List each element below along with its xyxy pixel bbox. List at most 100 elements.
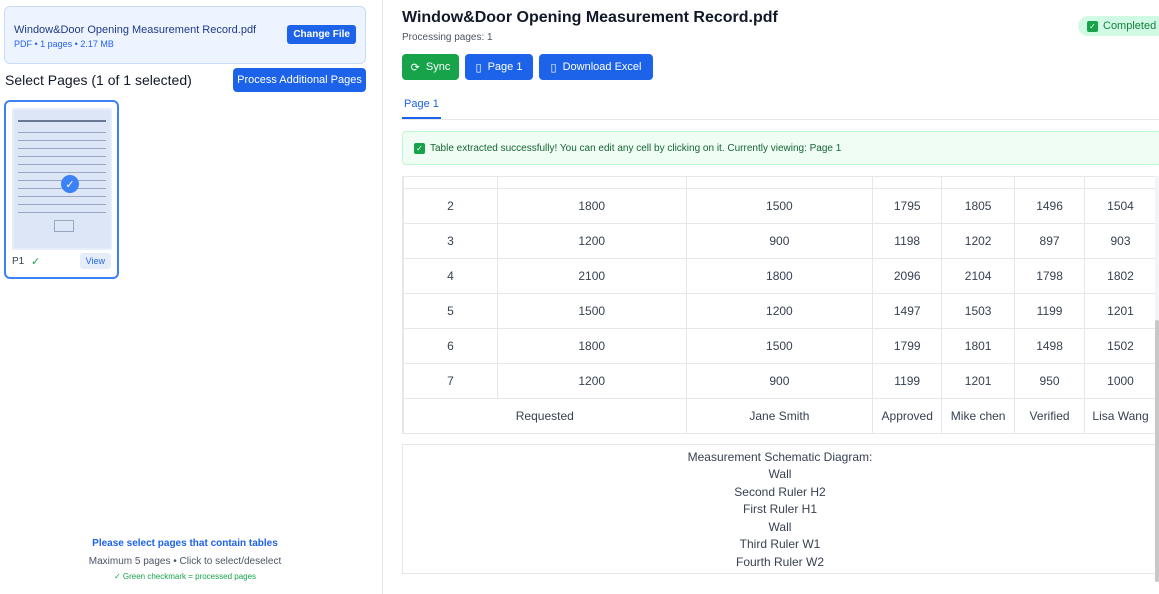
table-cell[interactable]: 1201 xyxy=(1084,293,1156,329)
table-cell[interactable]: 1801 xyxy=(941,328,1016,364)
table-cell[interactable]: 1199 xyxy=(1014,293,1086,329)
schematic-line: Wall xyxy=(768,520,792,534)
scrollbar-thumb[interactable] xyxy=(1155,320,1159,582)
download-excel-button[interactable]: ▯ Download Excel xyxy=(539,54,653,80)
table-cell[interactable]: 1496 xyxy=(1014,188,1086,224)
table-cell[interactable]: 900 xyxy=(685,223,874,259)
page-thumbnail-card[interactable]: ✓ P1 ✓ View xyxy=(4,100,119,279)
table-row: 5 1500 1200 1497 1503 1199 1201 xyxy=(403,293,1156,329)
page-button[interactable]: ▯ Page 1 xyxy=(465,54,533,80)
table-cell[interactable]: Lisa Wang xyxy=(1084,398,1156,434)
table-cell[interactable]: 1497 xyxy=(872,293,943,329)
schematic-line: Wall xyxy=(768,467,792,481)
change-file-button[interactable]: Change File xyxy=(287,25,356,44)
tab-page-1[interactable]: Page 1 xyxy=(402,98,441,119)
extracted-table: 2 1800 1500 1795 1805 1496 1504 3 1200 900 1198 12… xyxy=(402,176,1156,434)
check-square-icon: ✓ xyxy=(1087,20,1098,32)
table-cell[interactable]: 1805 xyxy=(941,188,1016,224)
tab-divider xyxy=(402,119,1159,120)
thumbnail-footer: P1 ✓ View xyxy=(6,247,117,277)
refresh-icon: ⟳ xyxy=(410,61,420,74)
table-cell[interactable] xyxy=(685,176,874,189)
table-cell[interactable]: 2104 xyxy=(941,258,1016,294)
table-cell[interactable]: Jane Smith xyxy=(685,398,874,434)
table-cell[interactable]: 1800 xyxy=(685,258,874,294)
process-additional-pages-button[interactable]: Process Additional Pages xyxy=(233,68,366,92)
schematic-line: Fourth Ruler W2 xyxy=(735,555,825,569)
status-badge: ✓ Completed xyxy=(1078,16,1159,36)
table-cell[interactable]: 1198 xyxy=(872,223,943,259)
table-cell[interactable]: 1500 xyxy=(685,328,874,364)
table-cell[interactable]: 1800 xyxy=(496,328,687,364)
table-cell[interactable]: 1798 xyxy=(1014,258,1086,294)
table-cell[interactable]: 3 xyxy=(403,223,498,259)
table-cell[interactable]: 1802 xyxy=(1084,258,1156,294)
table-cell[interactable]: 1504 xyxy=(1084,188,1156,224)
table-cell[interactable]: 1500 xyxy=(685,188,874,224)
table-cell[interactable]: 900 xyxy=(685,363,874,399)
processed-legend: ✓ Green checkmark = processed pages xyxy=(113,572,257,581)
table-cell[interactable]: Approved xyxy=(872,398,943,434)
table-cell[interactable]: 2 xyxy=(403,188,498,224)
table-cell[interactable]: 1500 xyxy=(496,293,687,329)
download-excel-label: Download Excel xyxy=(562,61,642,73)
table-cell[interactable]: 1800 xyxy=(496,188,687,224)
check-square-icon: ✓ xyxy=(414,142,425,154)
document-title: Window&Door Opening Measurement Record.p… xyxy=(402,9,778,26)
selected-check-icon: ✓ xyxy=(61,175,79,193)
table-cell[interactable]: Mike chen xyxy=(941,398,1016,434)
table-cell[interactable] xyxy=(872,176,943,189)
page-thumbnail-image[interactable]: ✓ xyxy=(12,108,112,250)
table-cell[interactable]: 4 xyxy=(403,258,498,294)
table-cell[interactable]: 1799 xyxy=(872,328,943,364)
table-cell[interactable]: 1795 xyxy=(872,188,943,224)
table-row: 6 1800 1500 1799 1801 1498 1502 xyxy=(403,328,1156,364)
select-hint: Please select pages that contain tables xyxy=(92,538,278,549)
schematic-line: Second Ruler H2 xyxy=(734,485,826,499)
table-cell[interactable]: 2096 xyxy=(872,258,943,294)
view-page-button[interactable]: View xyxy=(79,253,111,269)
file-meta: PDF • 1 pages • 2.17 MB xyxy=(14,39,114,49)
table-cell[interactable]: Verified xyxy=(1014,398,1086,434)
table-cell[interactable]: 1200 xyxy=(496,223,687,259)
table-cell[interactable]: 7 xyxy=(403,363,498,399)
table-cell[interactable] xyxy=(941,176,1016,189)
table-cell[interactable] xyxy=(1014,176,1086,189)
sync-button[interactable]: ⟳ Sync xyxy=(402,54,459,80)
table-row: 2 1800 1500 1795 1805 1496 1504 xyxy=(403,188,1156,224)
table-cell[interactable]: 950 xyxy=(1014,363,1086,399)
table-cell[interactable]: 1498 xyxy=(1014,328,1086,364)
table-cell[interactable] xyxy=(1084,176,1156,189)
select-pages-title: Select Pages (1 of 1 selected) xyxy=(5,72,192,88)
table-cell[interactable]: 2100 xyxy=(496,258,687,294)
table-cell[interactable] xyxy=(496,176,687,189)
table-cell[interactable]: 5 xyxy=(403,293,498,329)
table-cell[interactable]: 897 xyxy=(1014,223,1086,259)
table-cell[interactable]: 1200 xyxy=(496,363,687,399)
limit-hint: Maximum 5 pages • Click to select/desele… xyxy=(88,556,282,567)
status-text: Completed xyxy=(1103,20,1157,32)
processed-check-icon: ✓ xyxy=(31,256,41,268)
schematic-cell[interactable]: Measurement Schematic Diagram: Wall Seco… xyxy=(402,444,1156,574)
table-cell[interactable]: 1502 xyxy=(1084,328,1156,364)
schematic-line: Measurement Schematic Diagram: xyxy=(687,450,873,464)
page-button-label: Page 1 xyxy=(487,61,523,73)
table-cell[interactable]: Requested xyxy=(403,398,687,434)
table-row: 3 1200 900 1198 1202 897 903 xyxy=(403,223,1156,259)
table-cell[interactable]: 1200 xyxy=(685,293,874,329)
table-cell[interactable]: 1000 xyxy=(1084,363,1156,399)
table-cell[interactable]: 1202 xyxy=(941,223,1016,259)
table-cell[interactable]: 1503 xyxy=(941,293,1016,329)
table-cell[interactable]: 903 xyxy=(1084,223,1156,259)
sync-label: Sync xyxy=(425,61,451,73)
table-row xyxy=(403,176,1156,189)
table-cell[interactable] xyxy=(403,176,498,189)
file-icon: ▯ xyxy=(550,61,557,74)
success-text: Table extracted successfully! You can ed… xyxy=(430,142,842,154)
schematic-line: First Ruler H1 xyxy=(742,502,817,516)
table-cell[interactable]: 1201 xyxy=(941,363,1016,399)
document-icon: ▯ xyxy=(475,61,482,74)
table-cell[interactable]: 6 xyxy=(403,328,498,364)
table-cell[interactable]: 1199 xyxy=(872,363,943,399)
schematic-line: Third Ruler W1 xyxy=(739,537,821,551)
